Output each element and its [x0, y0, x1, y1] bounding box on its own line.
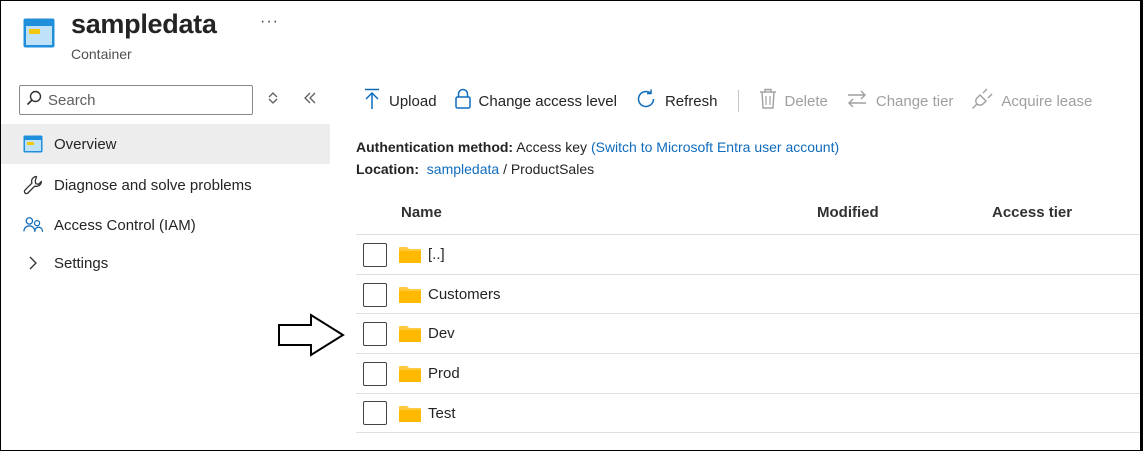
plug-icon	[971, 88, 993, 114]
more-options-button[interactable]: ···	[260, 13, 279, 31]
location-line: Location: sampledata / ProductSales	[356, 161, 594, 177]
search-icon	[26, 90, 42, 111]
row-checkbox[interactable]	[363, 282, 387, 307]
page-subtitle: Container	[71, 46, 132, 62]
container-icon	[23, 134, 43, 154]
sidebar-item-label: Diagnose and solve problems	[54, 176, 252, 194]
sidebar-item-label: Settings	[54, 254, 109, 272]
table-row[interactable]: Test	[356, 393, 1140, 433]
chevron-right-icon	[23, 253, 43, 273]
column-header-modified[interactable]: Modified	[817, 204, 879, 221]
sidebar-item-iam[interactable]: Access Control (IAM)	[1, 205, 330, 245]
lock-icon	[454, 88, 471, 114]
sidebar-item-label: Access Control (IAM)	[54, 216, 196, 234]
refresh-button[interactable]: Refresh	[635, 88, 718, 114]
delete-label: Delete	[784, 92, 828, 110]
table-row[interactable]: Prod	[356, 353, 1140, 393]
trash-icon	[759, 88, 777, 114]
acquire-lease-button[interactable]: Acquire lease	[971, 88, 1092, 114]
upload-button[interactable]: Upload	[363, 88, 437, 114]
authentication-line: Authentication method: Access key (Switc…	[356, 139, 839, 155]
row-checkbox[interactable]	[363, 401, 387, 425]
container-icon	[23, 18, 55, 53]
row-checkbox[interactable]	[363, 361, 387, 386]
row-name[interactable]: Dev	[428, 325, 455, 342]
sidebar-item-diagnose[interactable]: Diagnose and solve problems	[1, 165, 330, 205]
row-name[interactable]: Customers	[428, 286, 501, 303]
column-header-access-tier[interactable]: Access tier	[992, 204, 1072, 221]
upload-icon	[363, 88, 381, 114]
table-row[interactable]: Customers	[356, 274, 1140, 314]
row-name[interactable]: Prod	[428, 365, 460, 382]
acquire-lease-label: Acquire lease	[1001, 92, 1093, 110]
callout-arrow-icon	[277, 313, 347, 362]
column-header-name[interactable]: Name	[401, 204, 442, 221]
upload-label: Upload	[389, 92, 437, 110]
wrench-icon	[23, 175, 43, 195]
row-checkbox[interactable]	[363, 321, 387, 346]
folder-icon	[399, 246, 421, 268]
search-input[interactable]	[48, 91, 248, 109]
location-label: Location:	[356, 161, 419, 177]
location-separator: /	[503, 161, 507, 177]
change-access-level-label: Change access level	[478, 92, 617, 110]
sidebar-item-overview[interactable]: Overview	[1, 124, 330, 164]
swap-arrows-icon	[846, 89, 868, 113]
refresh-label: Refresh	[664, 92, 718, 110]
auth-method-label: Authentication method:	[356, 139, 514, 155]
switch-auth-link[interactable]: (Switch to Microsoft Entra user account)	[591, 139, 839, 155]
people-icon	[23, 215, 43, 235]
folder-icon	[399, 325, 421, 347]
refresh-icon	[635, 88, 657, 114]
command-bar: Upload Change access level Refresh Delet…	[363, 87, 1110, 115]
sidebar-item-settings[interactable]: Settings	[1, 243, 330, 283]
folder-icon	[399, 405, 421, 427]
change-tier-label: Change tier	[875, 92, 954, 110]
row-checkbox[interactable]	[363, 242, 387, 267]
table-row[interactable]: [..]	[356, 234, 1140, 274]
window: sampledata ··· Container Search Overview…	[0, 0, 1143, 451]
change-tier-button[interactable]: Change tier	[846, 89, 954, 113]
sidebar-item-label: Overview	[54, 135, 117, 153]
auth-method-value: Access key	[516, 139, 588, 155]
toolbar-divider	[737, 90, 739, 112]
sidebar-search[interactable]	[19, 85, 253, 115]
delete-button[interactable]: Delete	[759, 88, 828, 114]
location-container-link[interactable]: sampledata	[427, 161, 499, 177]
page-title: sampledata	[71, 9, 217, 39]
location-path: ProductSales	[510, 161, 595, 177]
table-row[interactable]: Dev	[356, 313, 1140, 353]
collapse-sidebar-icon[interactable]	[303, 91, 317, 110]
sort-toggle-icon[interactable]	[267, 91, 279, 110]
change-access-level-button[interactable]: Change access level	[454, 88, 617, 114]
folder-icon	[399, 365, 421, 387]
row-name[interactable]: Test	[428, 405, 456, 422]
row-name[interactable]: [..]	[428, 246, 445, 263]
folder-icon	[399, 286, 421, 308]
